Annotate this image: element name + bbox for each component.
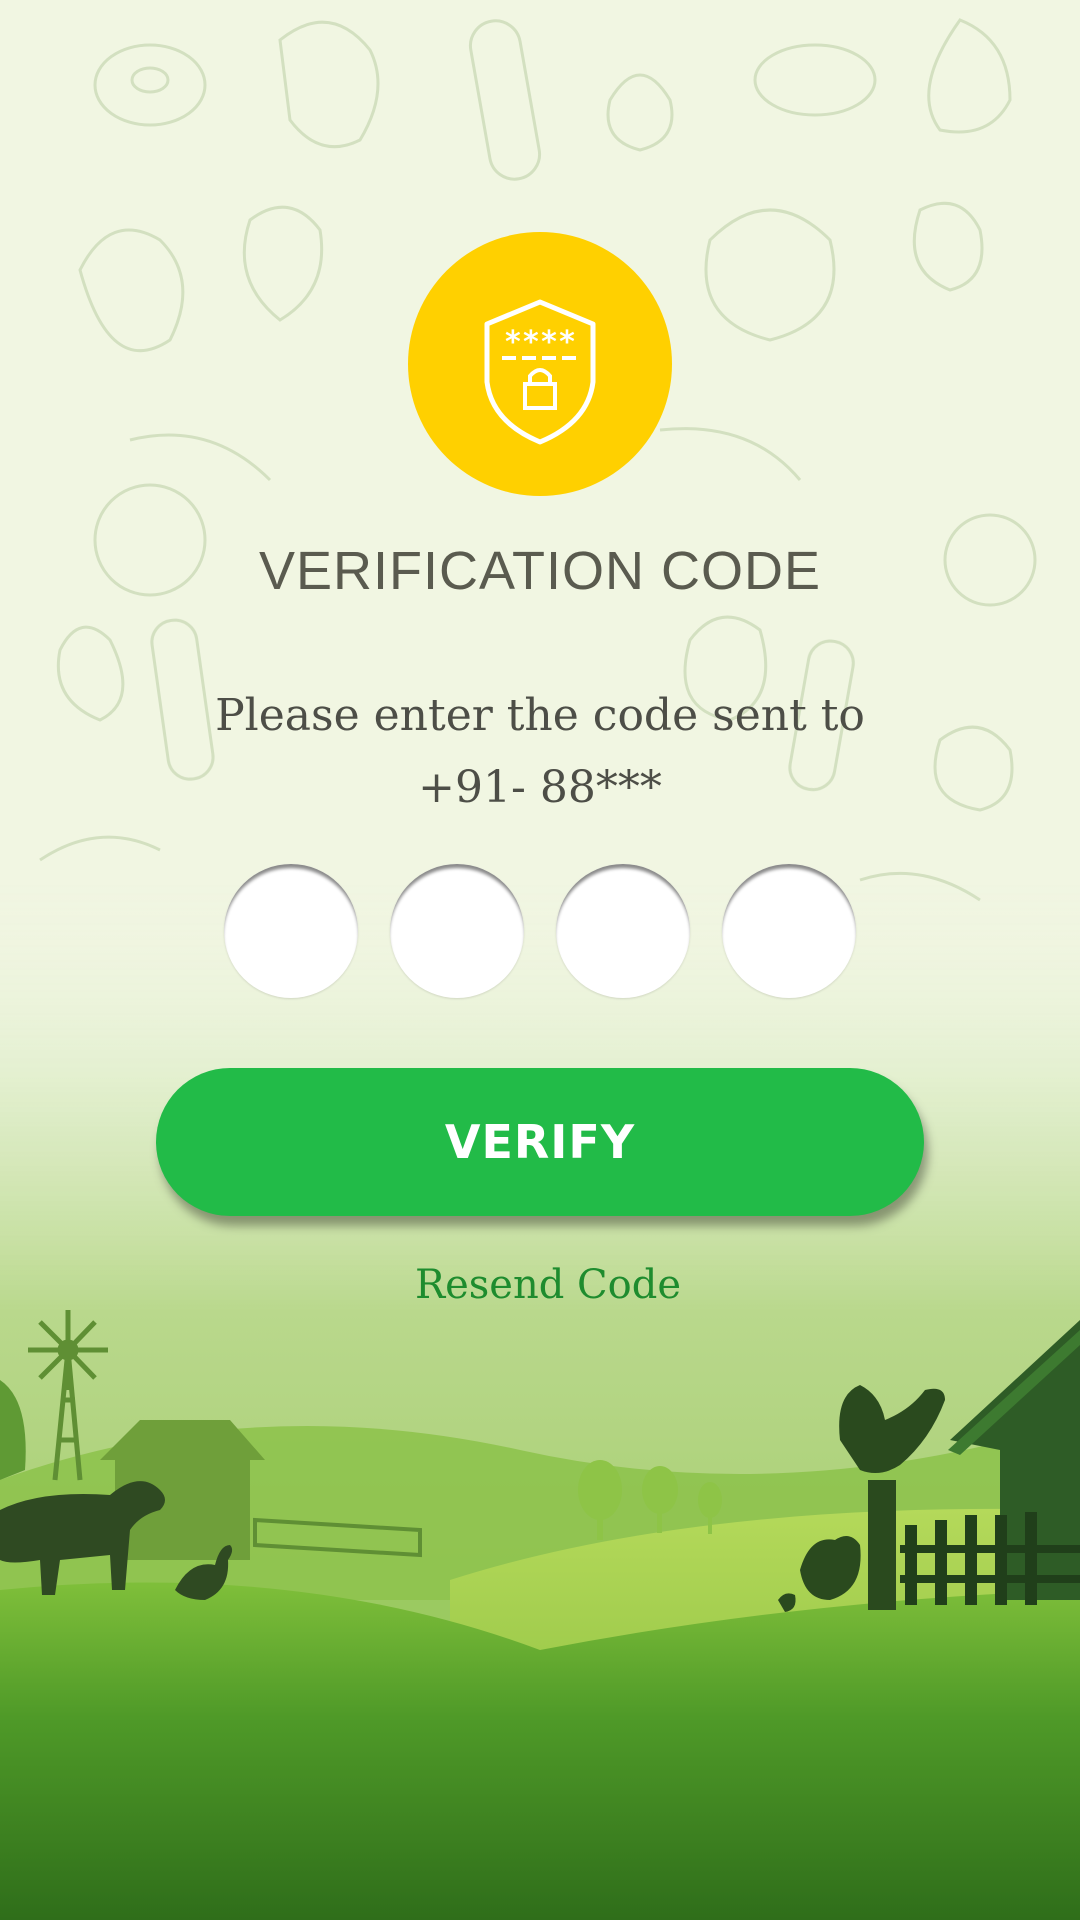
instruction-text: Please enter the code sent to +91- 88*** [0, 680, 1080, 824]
masked-code-text: **** [504, 325, 576, 360]
otp-digit-2[interactable] [390, 864, 524, 998]
otp-digit-3[interactable] [556, 864, 690, 998]
shield-lock-icon: **** [484, 299, 596, 445]
page-title: VERIFICATION CODE [258, 541, 822, 601]
resend-code-link[interactable]: Resend Code [0, 1262, 1080, 1308]
masked-phone-number: +91- 88*** [418, 762, 662, 813]
otp-digit-1[interactable] [224, 864, 358, 998]
instruction-line: Please enter the code sent to [215, 690, 865, 741]
verification-badge: **** [408, 232, 672, 496]
verify-button[interactable]: VERIFY [156, 1068, 924, 1216]
otp-input-group [224, 864, 856, 998]
otp-digit-4[interactable] [722, 864, 856, 998]
